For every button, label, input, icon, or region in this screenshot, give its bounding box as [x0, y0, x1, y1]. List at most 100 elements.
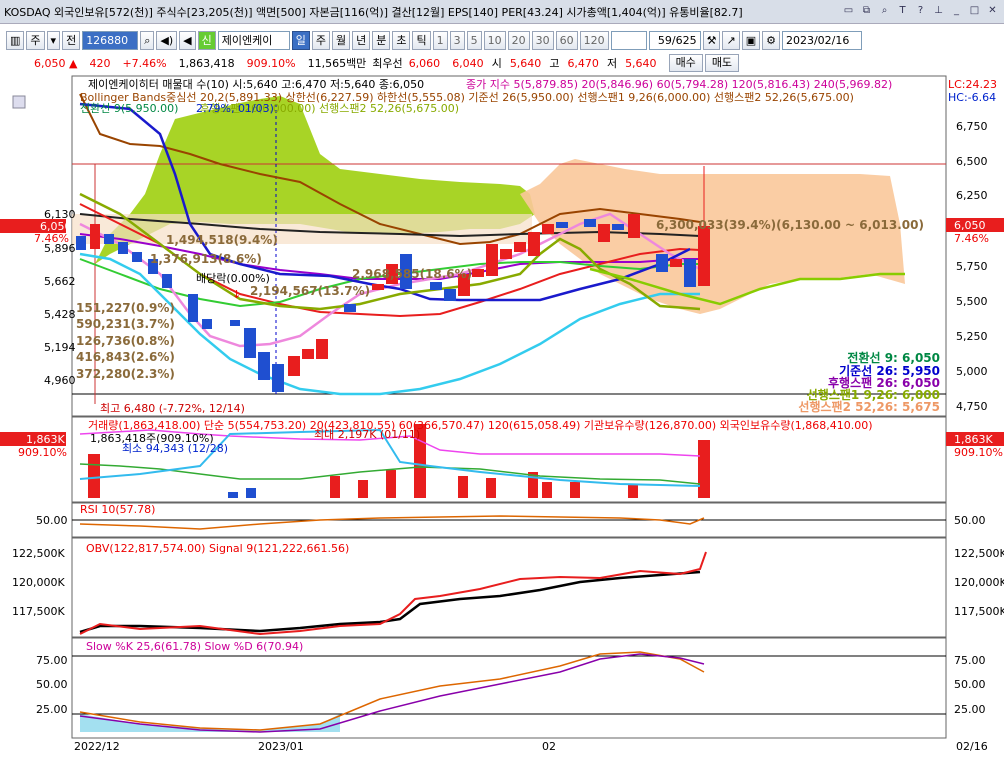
interval-1[interactable]: 1: [432, 30, 448, 50]
volume-bar[interactable]: [88, 454, 100, 498]
tools-icon[interactable]: ⚒: [702, 30, 721, 50]
search-icon[interactable]: ⌕: [877, 4, 892, 19]
tab-year[interactable]: 년: [352, 30, 371, 50]
tab-tick[interactable]: 틱: [412, 30, 431, 50]
pin-icon[interactable]: ⊥: [931, 4, 946, 19]
prev-icon[interactable]: ◀: [179, 30, 196, 50]
volume-bar[interactable]: [246, 488, 256, 498]
slow-panel-frame[interactable]: [71, 637, 947, 739]
volume-bar[interactable]: [570, 482, 580, 498]
interval-20[interactable]: 20: [507, 30, 530, 50]
candle[interactable]: [556, 222, 568, 228]
volume-bar[interactable]: [698, 440, 710, 498]
tab-minute[interactable]: 분: [372, 30, 391, 50]
vp-label: 590,231(3.7%): [76, 317, 175, 331]
interval-60[interactable]: 60: [555, 30, 578, 50]
candle[interactable]: [302, 349, 314, 359]
candle[interactable]: [188, 294, 198, 322]
candle[interactable]: [118, 242, 128, 254]
candle[interactable]: [76, 236, 86, 250]
candle[interactable]: [230, 320, 240, 326]
candle[interactable]: [542, 224, 554, 234]
layout-icon[interactable]: ▥: [6, 30, 25, 50]
buy-button[interactable]: 매수: [668, 54, 703, 72]
chart-svg[interactable]: 제이엔케이히터 매물대 수(10) 시:5,640 고:6,470 저:5,64…: [0, 74, 1004, 754]
candle[interactable]: [372, 284, 384, 290]
candle[interactable]: [670, 259, 682, 267]
high-annotation: 최고 6,480 (-7.72%, 12/14): [100, 402, 245, 415]
help-icon[interactable]: ?: [913, 4, 928, 19]
vp-annotation: 2,968,585(18.6%): [352, 267, 472, 281]
candle[interactable]: [444, 289, 456, 301]
minimize-icon[interactable]: _: [949, 4, 964, 19]
volume-bar[interactable]: [330, 476, 340, 498]
candle[interactable]: [104, 234, 114, 244]
interval-3[interactable]: 3: [449, 30, 465, 50]
candle[interactable]: [90, 224, 100, 249]
candle[interactable]: [656, 254, 668, 272]
window-controls: ▭ ⧉ ⌕ T ? ⊥ _ □ ✕: [841, 4, 1000, 19]
search-button[interactable]: ⌕: [140, 30, 155, 50]
data-count-field[interactable]: 59/625: [648, 30, 701, 50]
volume-bar[interactable]: [386, 470, 396, 498]
grid-toggle-icon[interactable]: [12, 95, 26, 109]
candle[interactable]: [316, 339, 328, 359]
candle[interactable]: [244, 328, 256, 358]
text-icon[interactable]: T: [895, 4, 910, 19]
dropdown-icon[interactable]: ▾: [46, 30, 61, 50]
volume-sub3: 최대 2,197K (01/11): [314, 428, 420, 441]
candle[interactable]: [472, 269, 484, 277]
tab-week[interactable]: 주: [311, 30, 330, 50]
candle[interactable]: [288, 356, 300, 376]
multi-window-icon[interactable]: ⧉: [859, 4, 874, 19]
stock-name-field[interactable]: 제이엔케이: [217, 30, 290, 50]
candle[interactable]: [132, 252, 142, 262]
interval-10[interactable]: 10: [483, 30, 506, 50]
settings-icon[interactable]: ⚙: [762, 30, 780, 50]
stock-code-input[interactable]: 126880: [82, 30, 139, 50]
interval-5[interactable]: 5: [466, 30, 482, 50]
close-icon[interactable]: ✕: [985, 4, 1000, 19]
candle[interactable]: [344, 304, 356, 312]
title-bar: KOSDAQ 외국인보유[572(천)] 주식수[23,205(천)] 액면[5…: [0, 0, 1004, 24]
candle[interactable]: [628, 214, 640, 238]
save-icon[interactable]: ▣: [741, 30, 761, 50]
candle[interactable]: [698, 226, 710, 286]
tab-day[interactable]: 일: [291, 30, 310, 50]
interval-120[interactable]: 120: [579, 30, 609, 50]
candle[interactable]: [486, 244, 498, 276]
chart-area[interactable]: 제이엔케이히터 매물대 수(10) 시:5,640 고:6,470 저:5,64…: [0, 74, 1004, 754]
draw-icon[interactable]: ↗: [722, 30, 740, 50]
candle[interactable]: [514, 242, 526, 252]
x-tick: 2022/12: [74, 740, 120, 753]
tab-month[interactable]: 월: [331, 30, 351, 50]
period-select[interactable]: 전: [62, 30, 81, 50]
candle[interactable]: [500, 249, 512, 259]
sell-button[interactable]: 매도: [704, 54, 740, 72]
candle[interactable]: [612, 224, 624, 230]
sound-icon[interactable]: ◀): [156, 30, 178, 50]
candle[interactable]: [202, 319, 212, 329]
candle[interactable]: [684, 259, 696, 287]
restore-icon[interactable]: ▭: [841, 4, 856, 19]
candle[interactable]: [598, 224, 610, 242]
maximize-icon[interactable]: □: [967, 4, 982, 19]
candle[interactable]: [258, 352, 270, 380]
date-field[interactable]: 2023/02/16: [781, 30, 862, 50]
candle[interactable]: [272, 364, 284, 392]
volume-bar[interactable]: [458, 476, 468, 498]
candle[interactable]: [162, 274, 172, 288]
interval-custom-input[interactable]: [610, 30, 647, 50]
interval-30[interactable]: 30: [531, 30, 554, 50]
tab-second[interactable]: 초: [392, 30, 411, 50]
volume-bar[interactable]: [358, 480, 368, 498]
candle[interactable]: [528, 232, 540, 256]
volume-bar[interactable]: [628, 484, 638, 498]
volume-bar[interactable]: [486, 478, 496, 498]
candle[interactable]: [584, 219, 596, 227]
stock-info-text: KOSDAQ 외국인보유[572(천)] 주식수[23,205(천)] 액면[5…: [4, 5, 743, 19]
candle[interactable]: [430, 282, 442, 290]
volume-bar[interactable]: [228, 492, 238, 498]
volume-bar[interactable]: [542, 482, 552, 498]
period-unit-select[interactable]: 주: [26, 30, 45, 50]
